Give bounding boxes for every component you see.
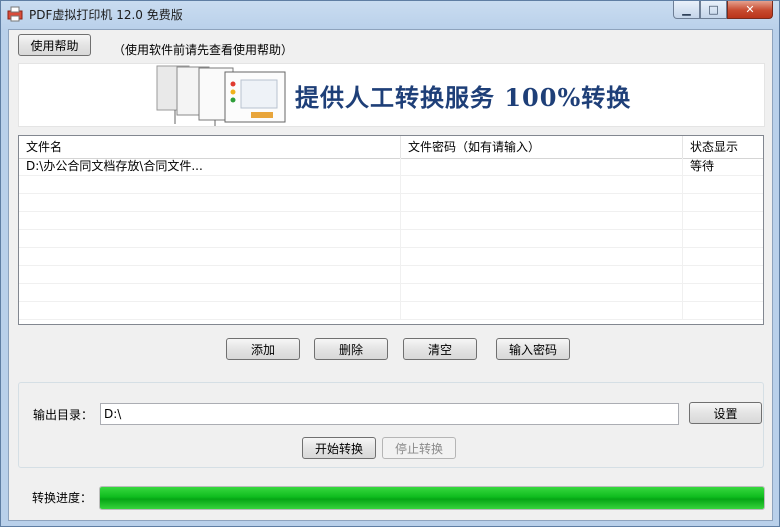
help-button[interactable]: 使用帮助 <box>18 34 91 56</box>
enter-password-button[interactable]: 输入密码 <box>496 338 570 360</box>
empty-row <box>19 302 763 320</box>
cell-password[interactable] <box>401 158 683 175</box>
minimize-icon: ▁ <box>682 3 691 16</box>
cell-filename: D:\办公合同文档存放\合同文件... <box>19 158 401 175</box>
minimize-button[interactable]: ▁ <box>673 1 700 19</box>
set-dir-button[interactable]: 设置 <box>689 402 762 424</box>
add-button[interactable]: 添加 <box>226 338 300 360</box>
column-header-status[interactable]: 状态显示 <box>683 136 763 158</box>
conversion-progress-bar <box>99 486 765 510</box>
column-header-filename[interactable]: 文件名 <box>19 136 401 158</box>
progress-fill <box>100 487 764 509</box>
output-dir-input[interactable] <box>100 403 679 425</box>
output-group: 输出目录： 设置 开始转换 停止转换 <box>18 382 764 468</box>
help-note: （使用软件前请先查看使用帮助） <box>113 43 294 57</box>
table-header: 文件名 文件密码（如有请输入） 状态显示 <box>19 136 763 159</box>
column-header-password[interactable]: 文件密码（如有请输入） <box>401 136 683 158</box>
stop-convert-button[interactable]: 停止转换 <box>382 437 456 459</box>
output-dir-label: 输出目录： <box>33 408 94 422</box>
whiteboard-illustration-icon <box>156 65 286 126</box>
progress-label: 转换进度： <box>32 491 93 505</box>
empty-row <box>19 248 763 266</box>
empty-row <box>19 176 763 194</box>
empty-row <box>19 194 763 212</box>
close-button[interactable]: ✕ <box>727 1 773 19</box>
table-row[interactable]: D:\办公合同文档存放\合同文件... 等待 <box>19 158 763 176</box>
delete-button[interactable]: 删除 <box>314 338 388 360</box>
maximize-icon: □ <box>708 3 719 16</box>
cell-status: 等待 <box>690 159 715 173</box>
clear-button[interactable]: 清空 <box>403 338 477 360</box>
empty-row <box>19 212 763 230</box>
window-title: PDF虚拟打印机 12.0 免费版 <box>29 8 183 22</box>
promo-banner[interactable]: 提供人工转换服务 100%转换 <box>18 63 765 127</box>
banner-text: 提供人工转换服务 100%转换 <box>295 83 632 112</box>
start-convert-button[interactable]: 开始转换 <box>302 437 376 459</box>
empty-row <box>19 266 763 284</box>
file-table[interactable]: 文件名 文件密码（如有请输入） 状态显示 D:\办公合同文档存放\合同文件...… <box>18 135 764 325</box>
title-bar[interactable]: PDF虚拟打印机 12.0 免费版 ▁ □ ✕ <box>1 1 779 28</box>
maximize-button[interactable]: □ <box>700 1 727 19</box>
close-icon: ✕ <box>745 3 755 16</box>
empty-row <box>19 230 763 248</box>
main-panel: 使用帮助 （使用软件前请先查看使用帮助） 提供人工转换服务 100%转换 文件名 <box>8 29 773 521</box>
empty-row <box>19 284 763 302</box>
app-window: PDF虚拟打印机 12.0 免费版 ▁ □ ✕ 使用帮助 （使用软件前请先查看使… <box>0 0 780 527</box>
pdf-printer-icon <box>7 6 23 22</box>
